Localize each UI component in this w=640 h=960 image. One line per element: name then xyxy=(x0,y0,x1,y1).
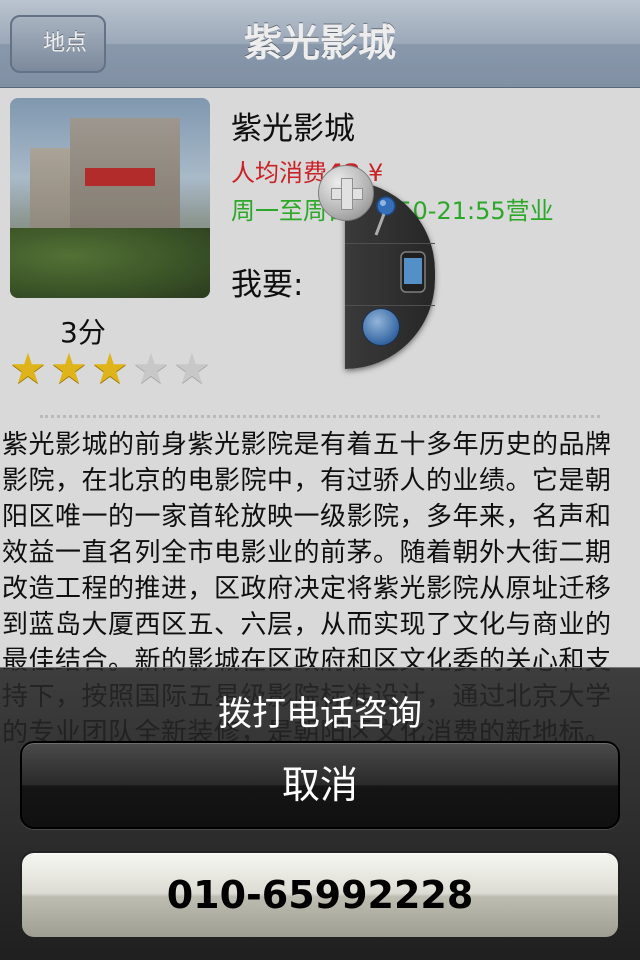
cancel-button[interactable]: 取消 xyxy=(20,741,620,829)
call-phone-button[interactable]: 010-65992228 xyxy=(20,851,620,939)
action-sheet: 拨打电话咨询 取消 010-65992228 xyxy=(0,667,640,960)
action-sheet-title: 拨打电话咨询 xyxy=(218,694,422,734)
